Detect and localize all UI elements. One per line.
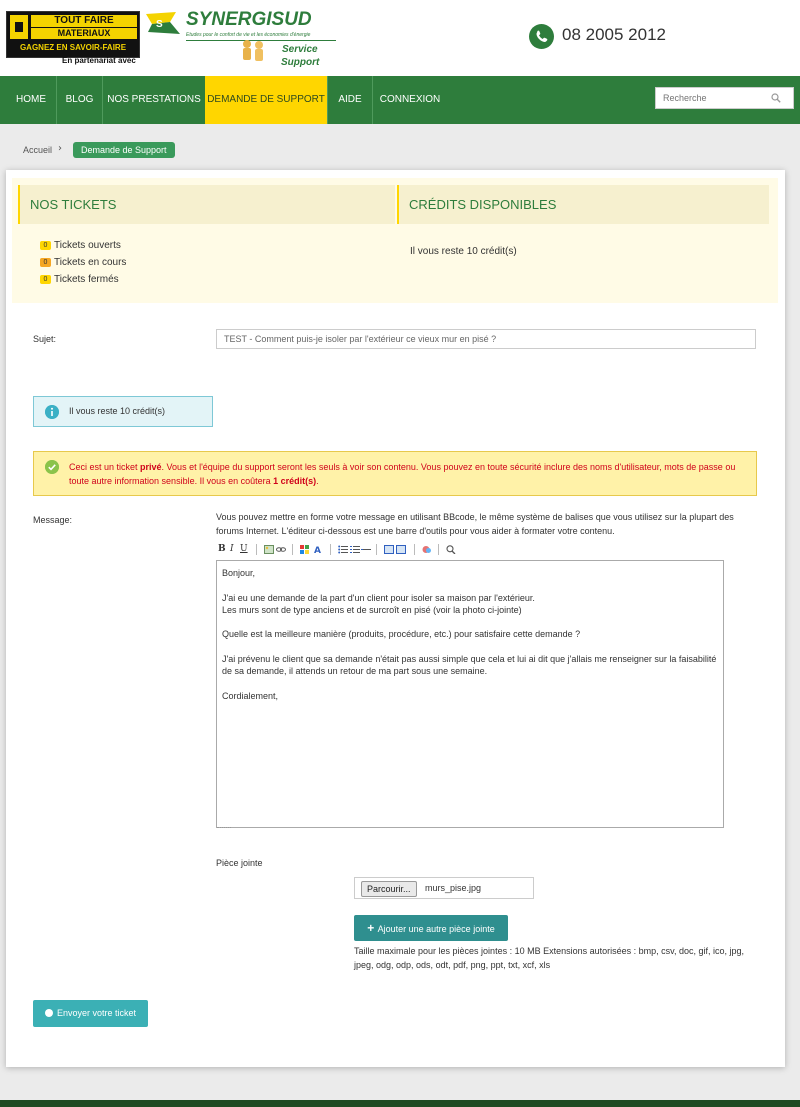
bullet-list-icon[interactable] xyxy=(338,545,348,554)
phone-number[interactable]: 08 2005 2012 xyxy=(562,25,666,45)
link-icon[interactable] xyxy=(276,545,286,554)
private-notice-text: Ceci est un ticket privé. Vous et l'équi… xyxy=(69,462,736,486)
nav-item-prestations[interactable]: NOS PRESTATIONS xyxy=(103,76,205,124)
tickets-panel-title: NOS TICKETS xyxy=(30,197,117,212)
svg-text:A: A xyxy=(314,546,321,554)
toolbar-separator xyxy=(438,544,439,555)
subject-input[interactable] xyxy=(216,329,756,349)
add-attachment-button[interactable]: + Ajouter une autre pièce jointe xyxy=(354,915,508,941)
nav-item-connexion[interactable]: CONNEXION xyxy=(373,76,447,124)
count-badge: 0 xyxy=(40,241,51,250)
attachment-help: Taille maximale pour les pièces jointes … xyxy=(354,946,745,970)
submit-ticket-button[interactable]: Envoyer votre ticket xyxy=(33,1000,148,1027)
brand-name: SYNERGISUD xyxy=(186,9,312,30)
message-label: Message: xyxy=(33,515,73,525)
message-help: Vous pouvez mettre en forme votre messag… xyxy=(216,512,734,536)
browse-button[interactable]: Parcourir... xyxy=(361,881,417,897)
nav-item-aide[interactable]: AIDE xyxy=(328,76,372,124)
bold-button[interactable]: B xyxy=(218,543,226,556)
toolbar-separator xyxy=(292,544,293,555)
search-box xyxy=(655,87,794,109)
attachment-label: Pièce jointe xyxy=(216,858,263,868)
partner-logo-line1: TOUT FAIRE xyxy=(31,15,137,27)
ticket-status-label: Tickets ouverts xyxy=(54,240,121,251)
count-badge: 0 xyxy=(40,258,51,267)
phone-icon xyxy=(529,24,554,49)
house-icon xyxy=(10,15,28,39)
support-form-card: NOS TICKETS CRÉDITS DISPONIBLES 0 Tickets… xyxy=(6,170,785,1067)
credits-panel-title: CRÉDITS DISPONIBLES xyxy=(409,197,557,212)
partner-logo-line3: GAGNEZ EN SAVOIR-FAIRE xyxy=(19,43,127,52)
message-textarea[interactable] xyxy=(216,560,724,828)
chevron-right-icon: › xyxy=(58,143,62,154)
site-header: TOUT FAIRE MATERIAUX GAGNEZ EN SAVOIR-FA… xyxy=(0,0,800,76)
toolbar-separator xyxy=(330,544,331,555)
ticket-status-label: Tickets en cours xyxy=(54,257,127,268)
brand-service: Service xyxy=(282,44,318,55)
brand-support: Support xyxy=(281,57,320,68)
toolbar-separator xyxy=(256,544,257,555)
partner-logo[interactable]: TOUT FAIRE MATERIAUX GAGNEZ EN SAVOIR-FA… xyxy=(6,11,140,58)
tickets-panel-header: NOS TICKETS xyxy=(18,185,395,224)
nav-item-support[interactable]: DEMANDE DE SUPPORT xyxy=(205,76,327,124)
ticket-count-row[interactable]: 0 Tickets ouverts xyxy=(40,240,121,251)
underline-button[interactable]: U xyxy=(240,543,248,556)
bbcode-toolbar: B I U A xyxy=(216,543,476,557)
resize-handle[interactable] xyxy=(217,827,231,832)
subject-label: Sujet: xyxy=(33,334,57,344)
credit-notice: Il vous reste 10 crédit(s) xyxy=(33,396,213,427)
breadcrumb-current: Demande de Support xyxy=(73,142,175,158)
toolbar-separator xyxy=(414,544,415,555)
ticket-count-row[interactable]: 0 Tickets en cours xyxy=(40,257,126,268)
credit-notice-text: Il vous reste 10 crédit(s) xyxy=(69,406,166,416)
add-attachment-label: Ajouter une autre pièce jointe xyxy=(377,924,495,934)
info-icon xyxy=(45,405,59,419)
selected-file-name: murs_pise.jpg xyxy=(425,883,482,893)
list-item-icon[interactable] xyxy=(361,545,371,554)
plus-icon: + xyxy=(367,921,378,935)
file-input[interactable]: Parcourir... murs_pise.jpg xyxy=(354,877,534,899)
image-icon[interactable] xyxy=(264,545,274,554)
footer-strip xyxy=(0,1100,800,1107)
credits-remaining: Il vous reste 10 crédit(s) xyxy=(410,246,517,257)
ticket-count-row[interactable]: 0 Tickets fermés xyxy=(40,274,119,285)
count-badge: 0 xyxy=(40,275,51,284)
italic-button[interactable]: I xyxy=(230,543,234,556)
preview-icon[interactable] xyxy=(446,545,456,554)
ticket-status-label: Tickets fermés xyxy=(54,274,119,285)
search-input[interactable] xyxy=(656,88,773,108)
nav-item-home[interactable]: HOME xyxy=(6,76,56,124)
numbered-list-icon[interactable] xyxy=(350,545,360,554)
check-circle-icon xyxy=(45,460,59,474)
font-size-icon[interactable]: A xyxy=(314,545,324,554)
figures-icon xyxy=(243,40,263,61)
brand-logo[interactable]: S SYNERGISUD Etudes pour le confort de v… xyxy=(146,8,341,68)
submit-ticket-label: Envoyer votre ticket xyxy=(56,1008,137,1018)
color-icon[interactable] xyxy=(300,545,310,554)
breadcrumb-home[interactable]: Accueil xyxy=(23,145,52,155)
svg-text:S: S xyxy=(156,19,163,30)
toolbar-separator xyxy=(376,544,377,555)
search-icon[interactable] xyxy=(771,93,781,103)
nav-item-blog[interactable]: BLOG xyxy=(57,76,102,124)
credits-panel-header: CRÉDITS DISPONIBLES xyxy=(397,185,769,224)
partner-logo-line2: MATERIAUX xyxy=(31,28,137,39)
quote-code-icon[interactable] xyxy=(384,545,406,554)
clear-format-icon[interactable] xyxy=(422,545,432,554)
private-ticket-notice: Ceci est un ticket privé. Vous et l'équi… xyxy=(33,451,757,496)
brand-mark-icon: S xyxy=(146,12,180,34)
ticket-summary: NOS TICKETS CRÉDITS DISPONIBLES 0 Tickets… xyxy=(12,178,778,303)
partner-caption: En partenariat avec xyxy=(62,56,136,65)
chat-bubble-icon xyxy=(44,1009,53,1017)
